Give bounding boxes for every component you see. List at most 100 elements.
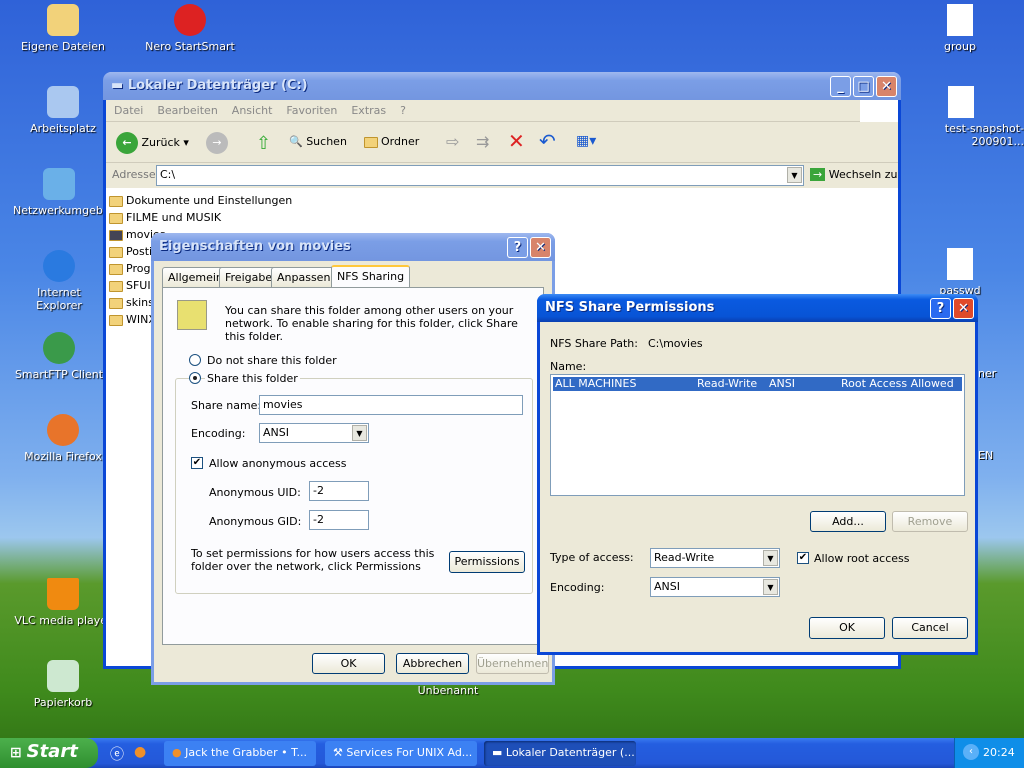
windows-logo-icon (860, 100, 898, 122)
encoding-label: Encoding: (191, 427, 246, 440)
path-value: C:\movies (648, 337, 703, 350)
task-services-for-unix[interactable]: ⚒ Services For UNIX Ad... (325, 741, 477, 766)
go-button[interactable]: → Wechseln zu (810, 168, 898, 181)
back-button[interactable]: ← Zurück ▾ (116, 132, 189, 154)
task-jack-the-grabber[interactable]: ● Jack the Grabber • T... (164, 741, 316, 766)
close-button[interactable]: ✕ (876, 76, 897, 97)
root-checkbox[interactable]: ✔ (797, 552, 809, 564)
desktop-icon-test-snapshot[interactable]: test-snapshot-200901... (898, 86, 1024, 148)
desktop-icon-passwd[interactable]: passwd (910, 248, 1010, 297)
nero-icon (174, 4, 206, 36)
folders-label: Ordner (381, 135, 420, 148)
help-button[interactable]: ? (930, 298, 951, 319)
desktop-icon-nero[interactable]: Nero StartSmart (140, 4, 240, 53)
copy-to-icon[interactable]: ⇉ (476, 132, 489, 151)
tab-anpassen[interactable]: Anpassen (271, 267, 337, 287)
cancel-button[interactable]: Abbrechen (396, 653, 469, 674)
task-label: Lokaler Datenträger (... (505, 746, 635, 759)
search-button[interactable]: 🔍 Suchen (289, 135, 347, 148)
desktop-icon-netzwerk[interactable]: Netzwerkumgebung (13, 168, 105, 217)
icon-label: Mozilla Firefox (24, 450, 102, 463)
type-select[interactable]: Read-Write ▼ (650, 548, 780, 568)
encoding-select[interactable]: ANSI ▼ (259, 423, 369, 443)
drive-icon: ▬ (111, 78, 128, 93)
maximize-button[interactable]: □ (853, 76, 874, 97)
menu-ansicht[interactable]: Ansicht (232, 104, 273, 117)
desktop-icon-firefox[interactable]: Mozilla Firefox (13, 414, 113, 463)
close-button[interactable]: ✕ (953, 298, 974, 319)
file-item[interactable]: FILME und MUSIK (109, 209, 895, 226)
desktop-icon-papierkorb[interactable]: Papierkorb (13, 660, 113, 709)
ok-button[interactable]: OK (312, 653, 385, 674)
window-title: Lokaler Datenträger (C:) (127, 78, 308, 93)
undo-icon[interactable]: ↶ (539, 129, 556, 153)
menu-extras[interactable]: Extras (351, 104, 386, 117)
add-button[interactable]: Add... (810, 511, 886, 532)
no-share-radio[interactable] (189, 354, 201, 366)
menu-bearbeiten[interactable]: Bearbeiten (157, 104, 217, 117)
share-radio[interactable] (189, 372, 201, 384)
anon-checkbox[interactable]: ✔ (191, 457, 203, 469)
desktop-icon-ie[interactable]: Internet Explorer (13, 250, 105, 312)
icon-label[interactable]: EN (978, 449, 993, 462)
share-label: Share this folder (205, 372, 300, 385)
desktop-icon-arbeitsplatz[interactable]: Arbeitsplatz (13, 86, 113, 135)
views-icon[interactable]: ▦▾ (576, 133, 596, 149)
desktop-icon-vlc[interactable]: VLC media player (13, 578, 113, 627)
folder-icon (109, 297, 123, 309)
chevron-down-icon: ▼ (352, 425, 367, 441)
desktop-icon-unbenannt[interactable]: Unbenannt (398, 684, 498, 697)
start-button[interactable]: ⊞ Start (0, 738, 98, 768)
title-bar[interactable]: Eigenschaften von movies ? ✕ (151, 233, 555, 261)
up-folder-icon[interactable]: ⇧ (256, 133, 271, 154)
go-arrow-icon: → (810, 168, 826, 181)
file-name: SFUI (126, 279, 151, 292)
permissions-button[interactable]: Permissions (449, 551, 525, 573)
chevron-down-icon[interactable]: ▼ (787, 167, 802, 183)
title-bar[interactable]: NFS Share Permissions ? ✕ (537, 294, 978, 322)
title-bar[interactable]: ▬ Lokaler Datenträger (C:) _ □ ✕ (103, 72, 901, 100)
menu-datei[interactable]: Datei (114, 104, 143, 117)
gid-input[interactable]: -2 (309, 510, 369, 530)
encoding-select[interactable]: ANSI ▼ (650, 577, 780, 597)
address-input[interactable]: C:\ ▼ (156, 165, 804, 186)
list-item[interactable]: ALL MACHINES Read-Write ANSI Root Access… (553, 377, 962, 391)
desktop-icon-eigene-dateien[interactable]: Eigene Dateien (13, 4, 113, 53)
apply-button[interactable]: Übernehmen (476, 653, 549, 674)
delete-icon[interactable]: ✕ (508, 129, 525, 153)
quicklaunch-ie-icon[interactable]: ⓔ (110, 744, 124, 764)
file-item[interactable]: Dokumente und Einstellungen (109, 192, 895, 209)
address-bar: Adresse C:\ ▼ → Wechseln zu (106, 164, 898, 188)
tab-freigabe[interactable]: Freigabe (219, 267, 279, 287)
tab-nfs-sharing[interactable]: NFS Sharing (331, 265, 411, 288)
folders-button[interactable]: Ordner (364, 135, 419, 148)
share-name-input[interactable]: movies (259, 395, 523, 415)
gid-label: Anonymous GID: (209, 515, 302, 528)
task-label: Services For UNIX Ad... (346, 746, 473, 759)
shared-folder-icon (109, 229, 123, 241)
dialog-title: Eigenschaften von movies (159, 239, 351, 254)
desktop-icon-smartftp[interactable]: SmartFTP Client (13, 332, 105, 381)
cancel-button[interactable]: Cancel (892, 617, 968, 639)
icon-label: Unbenannt (417, 684, 479, 697)
address-label: Adresse (112, 168, 156, 181)
icon-label[interactable]: ner (978, 367, 996, 380)
remove-button[interactable]: Remove (892, 511, 968, 532)
help-button[interactable]: ? (507, 237, 528, 258)
folder-icon (109, 314, 123, 326)
menu-favoriten[interactable]: Favoriten (286, 104, 337, 117)
forward-button[interactable]: → (206, 132, 228, 154)
vlc-icon (47, 578, 79, 610)
toolbar: ← Zurück ▾ → ⇧ 🔍 Suchen Ordner ⇨ ⇉ ✕ ↶ ▦… (106, 123, 898, 163)
uid-input[interactable]: -2 (309, 481, 369, 501)
close-button[interactable]: ✕ (530, 237, 551, 258)
quicklaunch-firefox-icon[interactable]: ● (134, 744, 146, 760)
move-to-icon[interactable]: ⇨ (446, 132, 459, 151)
no-share-label: Do not share this folder (207, 354, 337, 367)
menu-help[interactable]: ? (400, 104, 406, 117)
task-lokaler-datentraeger[interactable]: ▬ Lokaler Datenträger (... (484, 741, 636, 766)
desktop-icon-group[interactable]: group (910, 4, 1010, 53)
ok-button[interactable]: OK (809, 617, 885, 639)
chevron-left-icon[interactable]: ‹ (963, 743, 979, 760)
minimize-button[interactable]: _ (830, 76, 851, 97)
